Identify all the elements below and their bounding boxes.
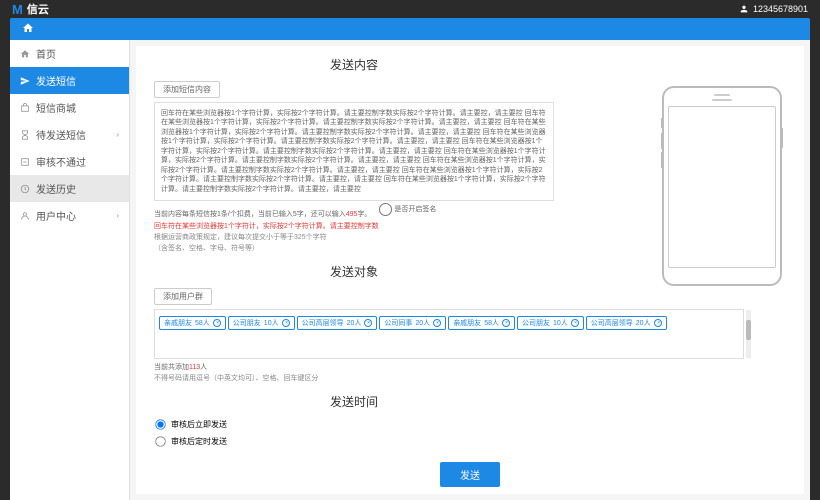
recipient-tag: 公司朋友 10人+ (228, 316, 295, 330)
tag-count: 20人 (347, 318, 362, 328)
timing-option-scheduled[interactable]: 审核后定时发送 (154, 435, 554, 448)
recipients-box[interactable]: 亲戚朋友 58人+公司朋友 10人+公司高层领导 20人+公司同事 20人+亲戚… (154, 309, 744, 359)
tag-name: 公司同事 (384, 318, 412, 328)
home-icon (20, 49, 30, 59)
logo-mark: M (12, 2, 23, 17)
sidebar-item-home[interactable]: 首页 (10, 40, 129, 67)
send-button[interactable]: 发送 (440, 462, 500, 487)
tag-remove-icon[interactable]: + (363, 317, 374, 328)
tag-remove-icon[interactable]: + (280, 317, 291, 328)
navbar (10, 18, 810, 40)
user-info[interactable]: 12345678901 (739, 4, 808, 14)
tag-remove-icon[interactable]: + (569, 317, 580, 328)
home-icon[interactable] (22, 22, 34, 37)
send-icon (20, 76, 30, 86)
section-title-time: 发送时间 (154, 393, 554, 410)
app-logo: M 信云 (12, 1, 49, 17)
sidebar-item-sms-store[interactable]: 短信商城 (10, 94, 129, 121)
add-template-button[interactable]: 添加短信内容 (154, 81, 220, 98)
recipient-tag: 公司高层领导 20人+ (297, 316, 378, 330)
tag-name: 公司高层领导 (302, 318, 344, 328)
phone-preview (662, 86, 782, 286)
tag-count: 20人 (415, 318, 430, 328)
section-title-content: 发送内容 (154, 56, 554, 73)
recipients-count: 当前共添加113人 (154, 362, 786, 372)
recipient-tag: 公司朋友 10人+ (517, 316, 584, 330)
sidebar-item-label: 用户中心 (36, 208, 76, 223)
tag-remove-icon[interactable]: + (500, 317, 511, 328)
add-group-button[interactable]: 添加用户群 (154, 288, 212, 305)
clock-icon (20, 184, 30, 194)
tag-count: 58人 (484, 318, 499, 328)
sms-content-textarea[interactable]: 回车符在某些浏览器按1个字符计算，实际按2个字符计算。请主要控制字数实际按2个字… (154, 102, 554, 201)
sidebar-item-send-sms[interactable]: 发送短信 (10, 67, 129, 94)
sidebar-item-pending[interactable]: 待发送短信 › (10, 121, 129, 148)
section-title-recipients: 发送对象 (154, 263, 554, 280)
scrollbar-thumb[interactable] (746, 320, 751, 340)
logo-text: 信云 (27, 1, 49, 17)
char-count-hint: 当前内容每条短信按1条/个扣费，当前已输入5字，还可以输入495字。 是否开启签… (154, 203, 554, 219)
red-warning: 回车符在某些浏览器按1个字符计，实际按2个字符计算。请主要控制字数 (154, 221, 554, 231)
tag-name: 公司高层领导 (591, 318, 633, 328)
tag-name: 亲戚朋友 (164, 318, 192, 328)
sidebar-item-history[interactable]: 发送历史 (10, 175, 129, 202)
tag-name: 公司朋友 (522, 318, 550, 328)
store-icon (20, 103, 30, 113)
tag-count: 10人 (553, 318, 568, 328)
sidebar-item-user-center[interactable]: 用户中心 › (10, 202, 129, 229)
hourglass-icon (20, 130, 30, 140)
tag-count: 10人 (264, 318, 279, 328)
tag-name: 亲戚朋友 (453, 318, 481, 328)
policy-hint-2: （含签名、空格、字母、符号等） (154, 244, 554, 253)
tag-remove-icon[interactable]: + (211, 317, 222, 328)
recipients-tip: 不得号码请用逗号（中英文均可）、空格、回车键区分 (154, 374, 786, 383)
tag-name: 公司朋友 (233, 318, 261, 328)
chevron-right-icon: › (116, 211, 119, 220)
recipient-tag: 公司同事 20人+ (379, 316, 446, 330)
sidebar-item-label: 待发送短信 (36, 127, 86, 142)
sidebar-item-label: 发送短信 (36, 73, 76, 88)
chevron-right-icon: › (116, 130, 119, 139)
tag-count: 20人 (636, 318, 651, 328)
user-icon (20, 211, 30, 221)
reject-icon (20, 157, 30, 167)
user-id: 12345678901 (753, 4, 808, 14)
sidebar-item-label: 审核不通过 (36, 154, 86, 169)
timing-option-immediate[interactable]: 审核后立即发送 (154, 418, 554, 431)
sidebar-item-label: 首页 (36, 46, 56, 61)
main-content: 发送内容 添加短信内容 回车符在某些浏览器按1个字符计算，实际按2个字符计算。请… (136, 46, 804, 494)
tag-count: 58人 (195, 318, 210, 328)
signature-checkbox[interactable]: 是否开启签名 (379, 203, 436, 216)
tag-remove-icon[interactable]: + (432, 317, 443, 328)
sidebar-item-label: 发送历史 (36, 181, 76, 196)
recipient-tag: 亲戚朋友 58人+ (159, 316, 226, 330)
tag-remove-icon[interactable]: + (652, 317, 663, 328)
policy-hint-1: 根据运营商政策规定，建议每次提交小于等于325个字符 (154, 233, 554, 242)
sidebar: 首页 发送短信 短信商城 待发送短信 › 审核不通过 发送历史 用户中心 › (10, 40, 130, 500)
recipient-tag: 亲戚朋友 58人+ (448, 316, 515, 330)
recipient-tag: 公司高层领导 20人+ (586, 316, 667, 330)
user-icon (739, 4, 749, 14)
sidebar-item-label: 短信商城 (36, 100, 76, 115)
sidebar-item-rejected[interactable]: 审核不通过 (10, 148, 129, 175)
